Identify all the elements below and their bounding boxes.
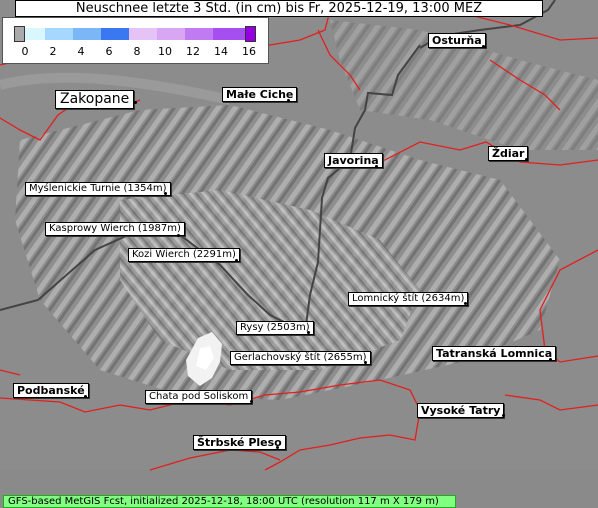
place-marker (235, 259, 238, 262)
place-marker (287, 99, 290, 102)
legend-swatch-3 (73, 28, 101, 40)
place-marker (482, 45, 485, 48)
legend-swatch-6 (157, 28, 185, 40)
place-marker (134, 101, 137, 104)
place-marker (549, 358, 552, 361)
place-label-kozi-wierch: Kozi Wierch (2291m) (128, 248, 240, 262)
forecast-footer: GFS-based MetGIS Fcst, initialized 2025-… (3, 495, 456, 508)
place-marker (177, 234, 180, 237)
place-label-zakopane: Zakopane (55, 90, 135, 109)
map-title: Neuschnee letzte 3 Std. (in cm) bis Fr, … (15, 0, 543, 17)
legend-tick: 6 (105, 45, 113, 58)
place-marker (164, 192, 167, 195)
legend-swatch-9 (245, 26, 256, 42)
legend-swatch-0 (14, 26, 25, 42)
place-marker (84, 395, 87, 398)
legend-tick: 14 (214, 45, 228, 58)
place-label-myslenickie-turnie: Myślenickie Turnie (1354m) (25, 182, 171, 196)
legend-tick: 4 (77, 45, 85, 58)
place-marker (307, 331, 310, 334)
legend-swatch-4 (101, 28, 129, 40)
place-label-kasprowy-wierch: Kasprowy Wierch (1987m) (45, 222, 185, 236)
place-label-vysoke-tatry: Vysoké Tatry (417, 403, 505, 418)
place-label-javorina: Javorina (324, 153, 383, 168)
legend-tick: 2 (49, 45, 57, 58)
legend-tick: 0 (21, 45, 29, 58)
place-label-strbske-pleso: Štrbské Pleso (193, 435, 286, 450)
snow-legend: 0 2 4 6 8 10 12 14 16 (2, 17, 269, 64)
legend-tick: 16 (242, 45, 256, 58)
legend-swatch-1 (25, 28, 45, 40)
place-label-osturna: Osturňa (428, 33, 486, 48)
place-label-podbanske: Podbanské (13, 383, 89, 398)
legend-swatch-7 (185, 28, 213, 40)
place-marker (525, 158, 528, 161)
place-marker (464, 302, 467, 305)
terrain-map (0, 0, 598, 508)
legend-swatch-8 (213, 28, 245, 40)
place-label-rysy: Rysy (2503m) (236, 321, 314, 335)
place-label-zdiar: Ždiar (488, 146, 529, 161)
place-label-lomnicky-stit: Lomnický štít (2634m) (348, 292, 469, 306)
place-marker (276, 446, 279, 449)
place-label-tatranska-lomnica: Tatranská Lomnica (432, 346, 557, 361)
legend-swatch-2 (45, 28, 73, 40)
place-marker (364, 361, 367, 364)
place-label-chata-pod-soliskom: Chata pod Soliskom (145, 390, 253, 404)
place-marker (375, 165, 378, 168)
legend-swatch-5 (129, 28, 157, 40)
place-marker (250, 400, 253, 403)
legend-tick: 12 (186, 45, 200, 58)
place-label-gerlachovsky-stit: Gerlachovský štít (2655m) (230, 351, 371, 365)
legend-tick: 10 (158, 45, 172, 58)
legend-tick: 8 (133, 45, 141, 58)
place-marker (502, 414, 505, 417)
